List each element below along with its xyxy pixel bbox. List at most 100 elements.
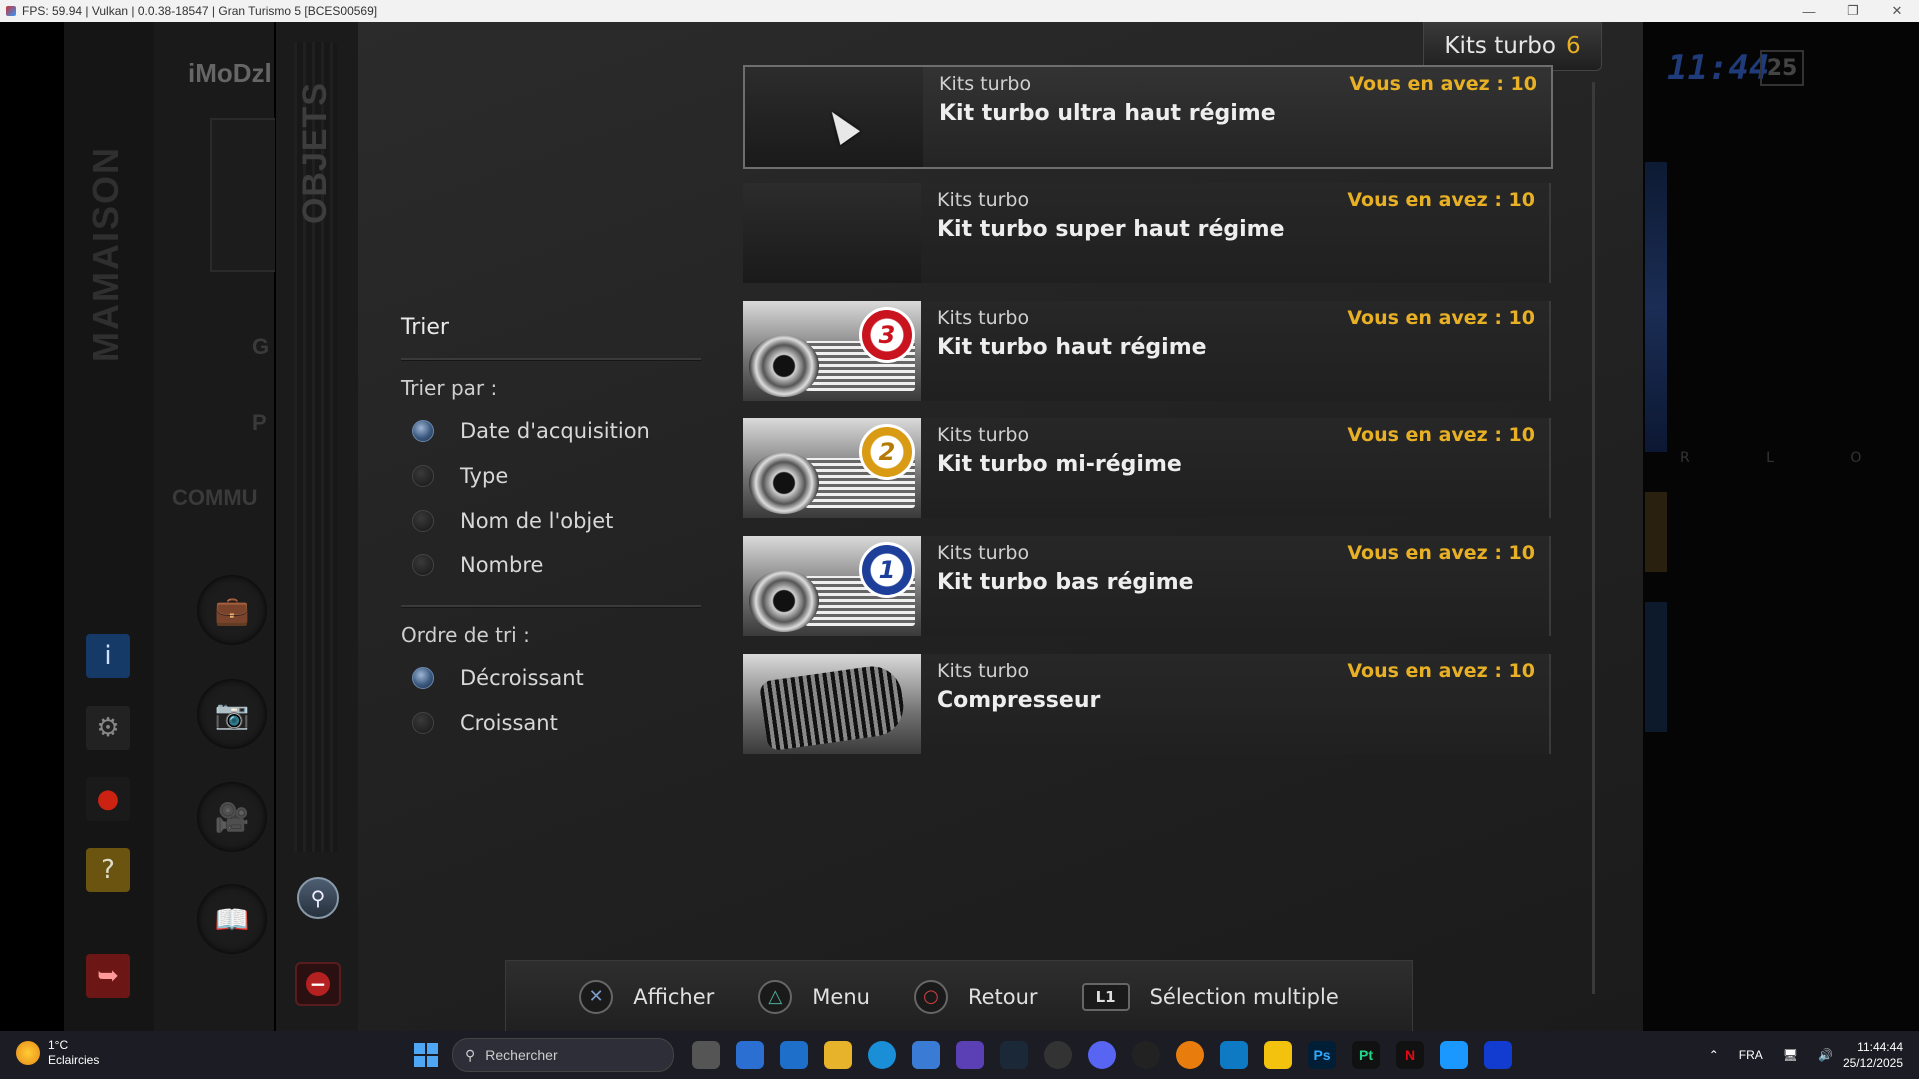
search-icon: ⚲ [465,1046,476,1063]
hint-show[interactable]: ✕ Afficher [579,979,714,1014]
item-category: Kits turbo [937,424,1030,446]
network-icon[interactable]: 🖥 [1783,1048,1798,1062]
side-glow-3 [1645,602,1667,732]
steelseries-icon[interactable] [1132,1041,1160,1069]
system-tray: ⌃ FRA 🖥 🔊 11:44:44 25/12/2025 [1699,1031,1919,1079]
vscode-icon[interactable] [1220,1041,1248,1069]
system-clock[interactable]: 11:44:44 25/12/2025 [1843,1039,1903,1071]
info-icon: i [86,634,130,678]
hint-label: Sélection multiple [1149,984,1339,1009]
video-camera-icon: 🎥 [197,782,267,852]
item-name: Kit turbo super haut régime [937,217,1285,242]
item-category: Kits turbo [937,660,1030,682]
task-view-icon[interactable] [692,1041,720,1069]
app-icon [6,6,16,16]
minimize-button[interactable]: — [1787,0,1831,22]
turbo-shape [749,452,819,514]
sort-by-label: Trier par : [401,376,498,400]
weather-icon [16,1041,40,1065]
item-name: Kit turbo ultra haut régime [939,101,1276,126]
hint-menu[interactable]: △ Menu [758,979,870,1014]
discord-icon[interactable] [1088,1041,1116,1069]
list-item[interactable]: 2 Kits turbo Kit turbo mi-régime Vous en… [743,418,1551,518]
exit-icon: ➥ [86,954,130,998]
objets-label: OBJETS [296,82,334,225]
radio-icon [412,667,434,689]
hint-label: Retour [967,984,1038,1009]
pycharm-icon[interactable]: Pt [1352,1041,1380,1069]
language-indicator[interactable]: FRA [1739,1048,1763,1062]
prime-video-icon[interactable] [1440,1041,1468,1069]
list-item[interactable]: 3 Kits turbo Kit turbo haut régime Vous … [743,301,1551,401]
disney-plus-icon[interactable] [1484,1041,1512,1069]
level-badge-icon: 1 [859,542,915,598]
background-menu-commu: COMMU [172,485,258,510]
item-name: Kit turbo haut régime [937,335,1207,360]
hint-label: Menu [812,984,870,1009]
weather-widget[interactable]: 1°C Eclaircies [16,1038,99,1068]
close-button[interactable]: ✕ [1875,0,1919,22]
minus-icon: − [306,972,330,996]
list-item[interactable]: Kits turbo Kit turbo ultra haut régime V… [743,65,1553,169]
taskbar-apps: ⚲ Rechercher Ps Pt N [414,1038,1520,1072]
hint-multi-select[interactable]: L1 Sélection multiple [1081,982,1339,1011]
edge-icon[interactable] [868,1041,896,1069]
triangle-button-icon: △ [758,979,793,1014]
item-category: Kits turbo [937,307,1030,329]
remove-button[interactable]: − [295,962,341,1006]
turbo-shape [749,335,819,397]
chevron-up-icon[interactable]: ⌃ [1709,1048,1719,1062]
category-header: Kits turbo 6 [1423,22,1602,71]
weather-temp: 1°C [48,1038,69,1052]
item-category: Kits turbo [937,189,1030,211]
blender-icon[interactable] [1176,1041,1204,1069]
sort-option-type[interactable]: Type [412,460,508,492]
side-glow [1645,162,1667,452]
sort-order-asc[interactable]: Croissant [412,707,558,739]
sort-option-date[interactable]: Date d'acquisition [412,415,650,447]
background-letters: R L O [1680,450,1898,466]
photoshop-icon[interactable]: Ps [1308,1041,1336,1069]
sticky-notes-icon[interactable] [1264,1041,1292,1069]
list-item[interactable]: Kits turbo Compresseur Vous en avez : 10 [743,654,1551,754]
widgets-icon[interactable] [736,1041,764,1069]
record-icon: ● [86,777,130,821]
camera-icon: 📷 [197,679,267,749]
turbo-kit-image: 3 [743,301,921,401]
side-glow-2 [1645,492,1667,572]
help-icon: ? [86,848,130,892]
netflix-icon[interactable]: N [1396,1041,1424,1069]
sort-option-count[interactable]: Nombre [412,549,543,581]
item-category: Kits turbo [939,73,1032,95]
file-explorer-icon[interactable] [824,1041,852,1069]
list-item[interactable]: Kits turbo Kit turbo super haut régime V… [743,183,1551,283]
start-button[interactable] [414,1043,438,1067]
search-button[interactable]: ⚲ [297,877,339,919]
radio-icon [412,465,434,487]
sort-order-label: Ordre de tri : [401,623,530,647]
button-hint-bar: ✕ Afficher △ Menu ○ Retour L1 Sélection … [505,960,1413,1031]
app-icon[interactable] [956,1041,984,1069]
store-icon[interactable] [912,1041,940,1069]
sort-option-name[interactable]: Nom de l'objet [412,505,613,537]
restore-button[interactable]: ❐ [1831,0,1875,22]
sort-order-desc[interactable]: Décroissant [412,662,584,694]
cross-button-icon: ✕ [579,979,614,1014]
volume-icon[interactable]: 🔊 [1818,1048,1833,1062]
game-app-icon[interactable] [1044,1041,1072,1069]
steam-icon[interactable] [1000,1041,1028,1069]
item-thumbnail [745,67,923,167]
list-scrollbar[interactable] [1592,82,1595,994]
radio-icon [412,712,434,734]
book-icon: 📖 [197,884,267,954]
compressor-shape [758,662,908,752]
background-menu-p: P [252,410,267,435]
list-item[interactable]: 1 Kits turbo Kit turbo bas régime Vous e… [743,536,1551,636]
taskbar-search[interactable]: ⚲ Rechercher [452,1038,674,1072]
outlook-icon[interactable] [780,1041,808,1069]
sort-order-option-label: Décroissant [460,666,584,690]
compressor-image [743,654,921,754]
hint-back[interactable]: ○ Retour [913,979,1038,1014]
item-category: Kits turbo [937,542,1030,564]
right-background [1643,22,1919,1031]
